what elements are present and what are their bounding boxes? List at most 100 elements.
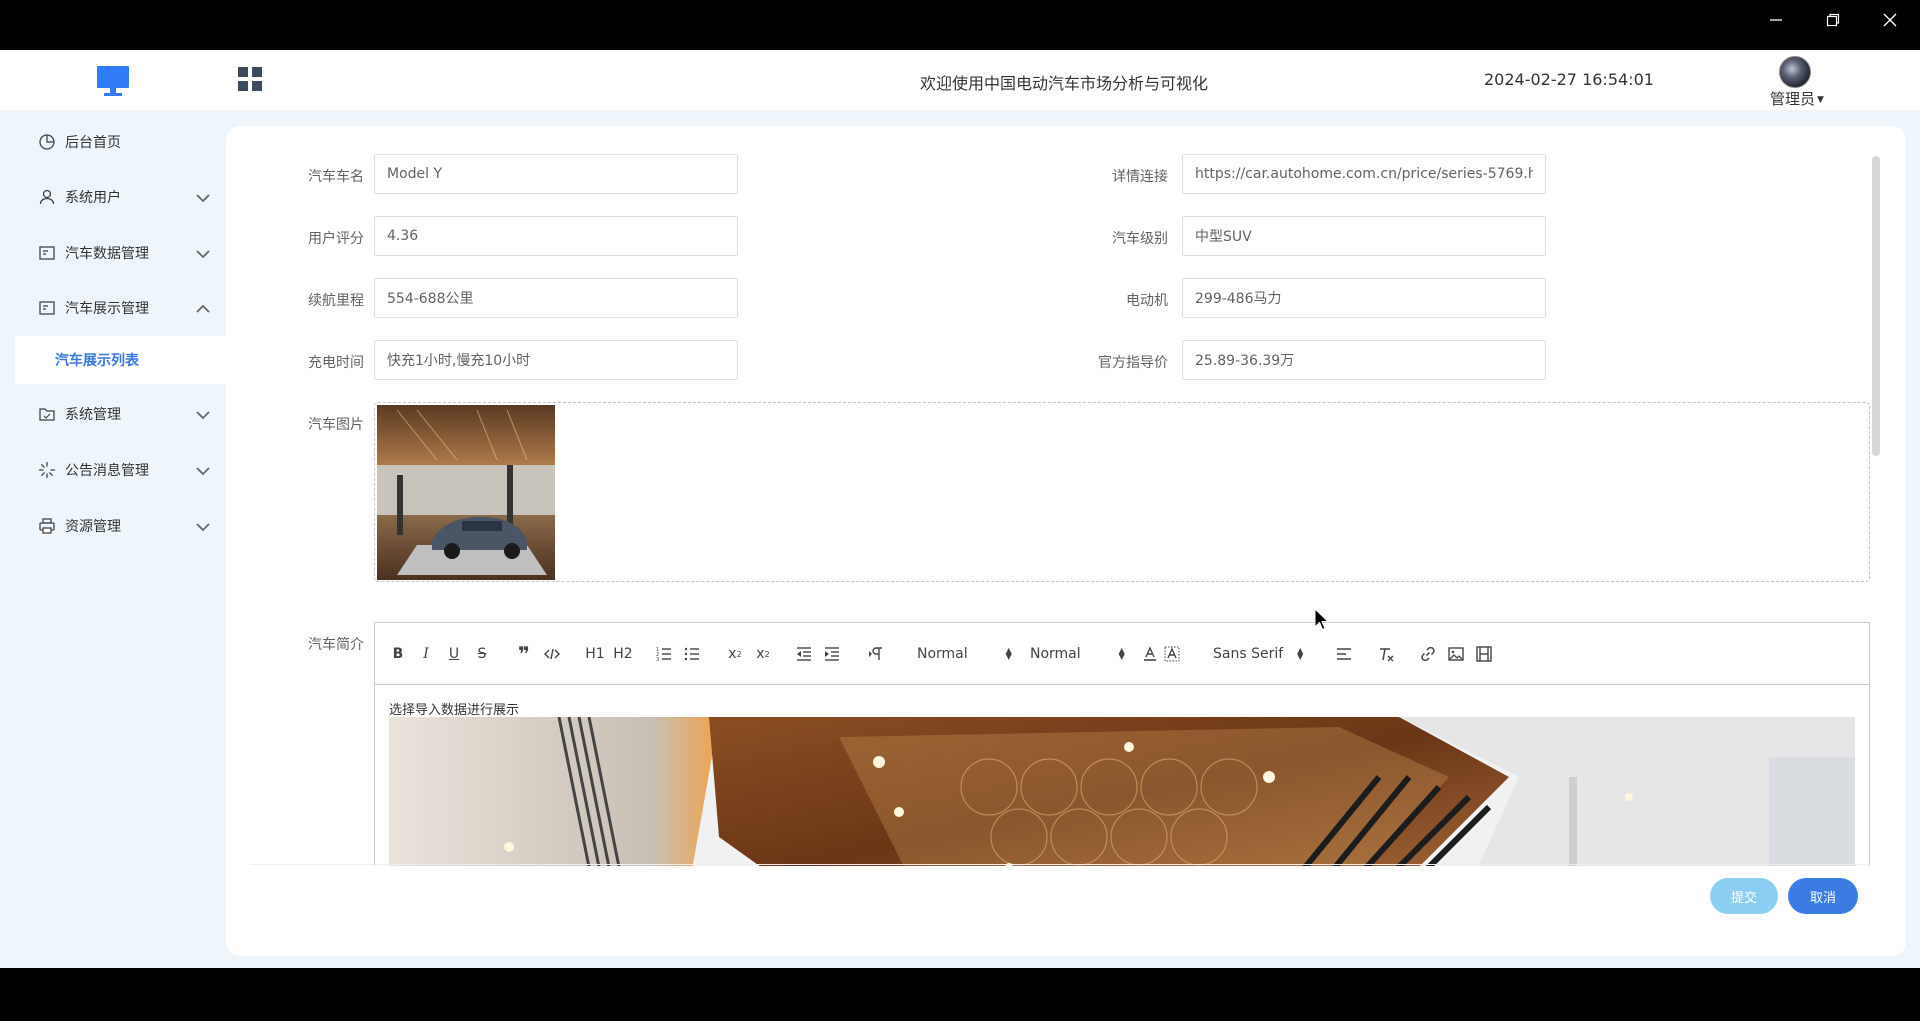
sidebar-item-dashboard[interactable]: 后台首页: [0, 120, 226, 164]
card-icon: [39, 301, 55, 315]
submit-button[interactable]: 提交: [1710, 878, 1778, 914]
code-block-icon[interactable]: [543, 643, 561, 665]
background-color-icon[interactable]: [1163, 643, 1181, 665]
top-header: 欢迎使用中国电动汽车市场分析与可视化 2024-02-27 16:54:01 管…: [0, 50, 1920, 110]
grid-icon[interactable]: [237, 66, 263, 92]
editor-content-image[interactable]: [389, 717, 1855, 866]
printer-icon: [39, 518, 55, 534]
bullet-list-icon[interactable]: [683, 643, 701, 665]
font-color-icon[interactable]: [1141, 643, 1159, 665]
cancel-button[interactable]: 取消: [1788, 878, 1858, 914]
user-name-label: 管理员: [1770, 90, 1816, 108]
clear-format-icon[interactable]: [1377, 643, 1395, 665]
car-level-input[interactable]: [1182, 216, 1546, 256]
subscript-icon[interactable]: x2: [725, 643, 745, 665]
car-level-label: 汽车级别: [1112, 231, 1168, 247]
sidebar-item-resources[interactable]: 资源管理: [0, 504, 226, 548]
user-menu[interactable]: 管理员 ▼: [1770, 88, 1824, 109]
image-upload-area[interactable]: [374, 402, 1870, 582]
sidebar-item-car-data[interactable]: 汽车数据管理: [0, 231, 226, 275]
motor-label: 电动机: [1126, 293, 1168, 309]
sidebar-subitem-label: 汽车展示列表: [55, 353, 139, 369]
current-datetime: 2024-02-27 16:54:01: [1484, 70, 1654, 89]
chevron-down-icon: [196, 411, 210, 420]
video-icon[interactable]: [1475, 643, 1493, 665]
user-rating-label: 用户评分: [308, 231, 364, 247]
strike-icon[interactable]: S: [473, 643, 491, 665]
header-select[interactable]: Normal ▲ ▼: [917, 643, 1012, 665]
sidebar-item-label: 公告消息管理: [65, 463, 149, 479]
chevron-down-icon: [196, 523, 210, 532]
font-select-value: Sans Serif: [1213, 646, 1284, 662]
chevron-down-icon: [196, 250, 210, 259]
form-card: 汽车车名 详情连接 用户评分 汽车级别 续航里程 电动机 充电时间 官方指导价 …: [226, 126, 1906, 956]
sidebar-item-notices[interactable]: 公告消息管理: [0, 448, 226, 492]
superscript-icon[interactable]: x2: [753, 643, 773, 665]
form-scroll-area[interactable]: 汽车车名 详情连接 用户评分 汽车级别 续航里程 电动机 充电时间 官方指导价 …: [226, 126, 1876, 866]
header1-label: H1: [585, 646, 605, 662]
sidebar-item-label: 后台首页: [65, 135, 121, 151]
header-select-value: Normal: [917, 646, 968, 662]
indent-icon[interactable]: [823, 643, 841, 665]
font-select[interactable]: Sans Serif ▲ ▼: [1213, 643, 1309, 665]
sidebar-item-car-display[interactable]: 汽车展示管理: [0, 286, 226, 330]
car-image-thumbnail[interactable]: [377, 405, 555, 580]
select-arrows-icon: ▲ ▼: [1005, 646, 1012, 661]
app-container: 欢迎使用中国电动汽车市场分析与可视化 2024-02-27 16:54:01 管…: [0, 50, 1920, 968]
editor-toolbar: B I U S ❞ H1 H2 123 x2 x 2 Normal ▲ ▼ No…: [375, 623, 1869, 685]
header2-icon[interactable]: H2: [613, 643, 633, 665]
image-icon[interactable]: [1447, 643, 1465, 665]
sidebar-item-label: 系统用户: [65, 190, 121, 206]
mouse-cursor-icon: [1314, 608, 1330, 631]
price-label: 官方指导价: [1098, 355, 1168, 371]
range-label: 续航里程: [308, 293, 364, 309]
monitor-icon[interactable]: [96, 64, 130, 98]
sidebar-item-label: 资源管理: [65, 519, 121, 535]
window-bottom-bar: [0, 968, 1920, 1021]
underline-icon[interactable]: U: [445, 643, 463, 665]
avatar[interactable]: [1779, 56, 1811, 88]
scrollbar-thumb[interactable]: [1872, 156, 1880, 456]
sidebar-item-system[interactable]: 系统管理: [0, 392, 226, 436]
charge-time-label: 充电时间: [308, 355, 364, 371]
chevron-up-icon: [196, 304, 210, 313]
card-icon: [39, 246, 55, 260]
chevron-down-icon: [196, 467, 210, 476]
charge-time-input[interactable]: [374, 340, 738, 380]
link-icon[interactable]: [1419, 643, 1437, 665]
sidebar-item-label: 系统管理: [65, 407, 121, 423]
outdent-icon[interactable]: [795, 643, 813, 665]
align-icon[interactable]: [1335, 643, 1353, 665]
sidebar-item-users[interactable]: 系统用户: [0, 175, 226, 219]
chevron-down-icon: [196, 194, 210, 203]
close-icon[interactable]: [1862, 0, 1918, 40]
bold-icon[interactable]: B: [389, 643, 407, 665]
header1-icon[interactable]: H1: [585, 643, 605, 665]
footer-divider: [250, 864, 1870, 865]
car-name-input[interactable]: [374, 154, 738, 194]
minimize-icon[interactable]: [1748, 0, 1804, 40]
select-arrows-icon: ▲ ▼: [1118, 646, 1125, 661]
select-arrows-icon: ▲ ▼: [1297, 646, 1304, 661]
rich-text-editor: B I U S ❞ H1 H2 123 x2 x 2 Normal ▲ ▼ No…: [374, 622, 1870, 866]
restore-icon[interactable]: [1805, 0, 1861, 40]
range-input[interactable]: [374, 278, 738, 318]
size-select[interactable]: Normal ▲ ▼: [1030, 643, 1125, 665]
blockquote-icon[interactable]: ❞: [515, 642, 533, 666]
motor-input[interactable]: [1182, 278, 1546, 318]
text-direction-icon[interactable]: [865, 643, 885, 665]
detail-link-input[interactable]: [1182, 154, 1546, 194]
header2-label: H2: [613, 646, 633, 662]
ordered-list-icon[interactable]: 123: [655, 643, 673, 665]
size-select-value: Normal: [1030, 646, 1081, 662]
svg-text:3: 3: [656, 657, 659, 663]
editor-content-text[interactable]: 选择导入数据进行展示: [389, 699, 519, 718]
sidebar-subitem-car-display-list[interactable]: 汽车展示列表: [15, 336, 226, 384]
caret-down-icon: ▼: [1817, 95, 1824, 105]
sidebar-item-label: 汽车展示管理: [65, 301, 149, 317]
user-rating-input[interactable]: [374, 216, 738, 256]
price-input[interactable]: [1182, 340, 1546, 380]
welcome-title: 欢迎使用中国电动汽车市场分析与可视化: [920, 74, 1209, 93]
italic-icon[interactable]: I: [417, 643, 435, 665]
car-intro-label: 汽车简介: [308, 637, 364, 653]
